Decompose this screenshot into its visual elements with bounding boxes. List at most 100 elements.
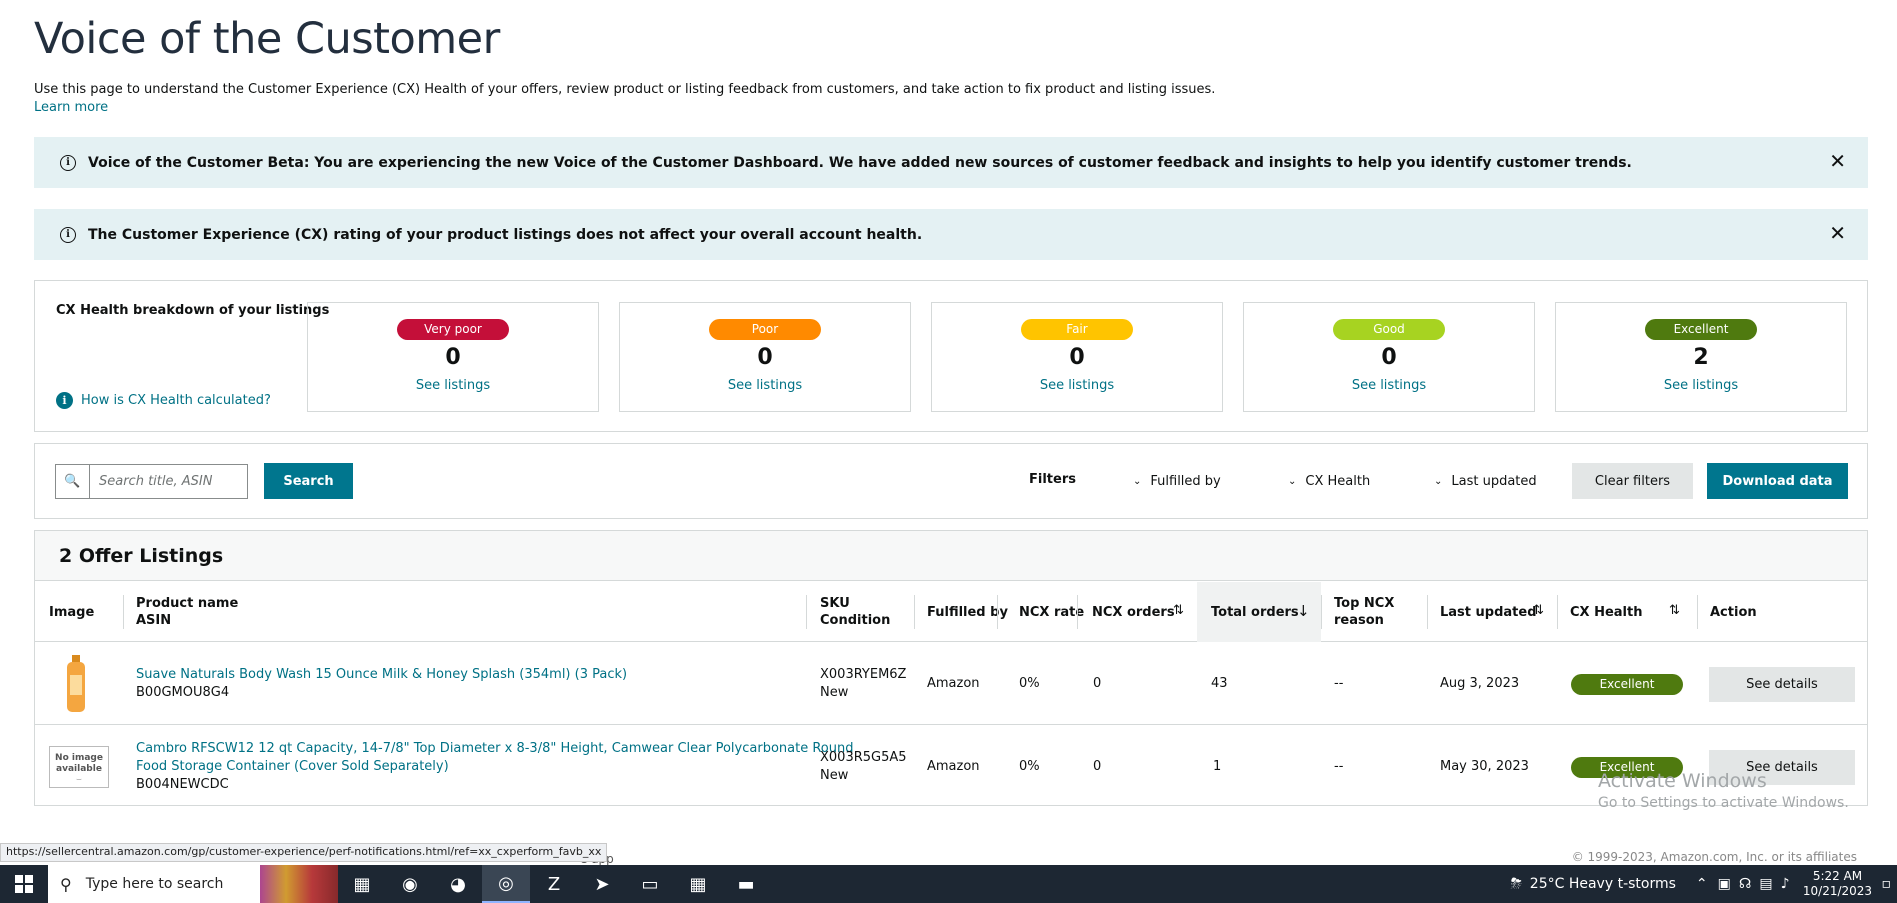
cx-health-dropdown[interactable]: ⌄ CX Health [1288,474,1370,489]
col-product-label: Product name [136,596,239,611]
col-asin-label: ASIN [136,613,172,628]
clock-time: 5:22 AM [1812,869,1863,883]
last-updated: May 30, 2023 [1440,759,1529,774]
search-placeholder: Search title, ASIN [99,474,213,489]
col-condition-label: Condition [820,613,891,628]
cx-health-help-link[interactable]: i How is CX Health calculated? [56,392,271,409]
zalo-app-icon[interactable]: Z [530,865,578,903]
chrome-browser-icon[interactable]: ◎ [482,865,530,903]
chat-app-icon[interactable]: ◉ [386,865,434,903]
col-ncx-orders-label: NCX orders [1092,604,1175,620]
alert-message: The Customer Experience (CX) rating of y… [88,226,923,243]
col-ncx-orders[interactable]: NCX orders [1092,582,1175,642]
cx-card-excellent: Excellent 2 See listings [1555,302,1847,412]
listing-count: 0 [445,345,461,370]
condition: New [820,768,849,783]
col-action: Action [1710,582,1757,642]
column-divider [997,595,998,629]
product-image[interactable] [64,655,88,713]
column-divider [123,595,124,629]
col-ncx-rate-label: NCX rate [1019,604,1085,620]
sort-icon[interactable]: ⇅ [1173,603,1184,618]
fulfilled-by-dropdown[interactable]: ⌄ Fulfilled by [1133,474,1221,489]
notepad-app-icon[interactable]: ▭ [626,865,674,903]
see-listings-link[interactable]: See listings [620,378,910,393]
asin: B00GMOU8G4 [136,685,230,700]
top-ncx-reason: -- [1334,676,1344,691]
column-divider [1427,595,1428,629]
no-image-text: No image [55,753,103,763]
clock[interactable]: 5:22 AM 10/21/2023 [1794,869,1882,899]
last-updated-dropdown[interactable]: ⌄ Last updated [1434,474,1537,489]
clock-date: 10/21/2023 [1802,884,1873,898]
windows-start-button[interactable] [0,865,48,903]
col-action-label: Action [1710,604,1757,620]
fulfilled-by: Amazon [927,676,980,691]
see-listings-link[interactable]: See listings [1556,378,1846,393]
dropdown-label: Last updated [1451,474,1537,489]
listing-count: 2 [1693,345,1709,370]
sort-icon[interactable]: ⇅ [1533,603,1544,618]
listing-count: 0 [1069,345,1085,370]
col-last-updated[interactable]: Last updated [1440,582,1537,642]
search-input[interactable]: 🔍 Search title, ASIN [55,464,248,499]
status-badge: Very poor [397,319,509,340]
no-image-placeholder: No image available ⌣ [49,746,109,788]
browser-status-url: https://sellercentral.amazon.com/gp/cust… [0,843,608,862]
listing-count: 0 [757,345,773,370]
sort-descending-icon[interactable]: ↓ [1297,602,1310,620]
cx-health-breakdown: CX Health breakdown of your listings i H… [34,280,1868,432]
see-details-button[interactable]: See details [1709,667,1855,702]
col-fulfilled-label: Fulfilled by [927,604,1008,620]
edge-browser-icon[interactable]: ◕ [434,865,482,903]
col-top-ncx-reason: Top NCX reason [1334,582,1394,642]
taskbar-search-input[interactable]: ⚲ Type here to search [48,865,260,903]
taskbar-search-placeholder: Type here to search [85,876,224,892]
status-badge: Good [1333,319,1445,340]
col-image: Image [49,582,94,642]
close-icon[interactable]: ✕ [1829,151,1846,171]
column-divider [1321,595,1322,629]
file-explorer-icon[interactable]: ▬ [722,865,770,903]
microphone-icon[interactable]: ☊ [1739,876,1751,892]
listing-count: 0 [1381,345,1397,370]
col-image-label: Image [49,604,95,620]
cx-health-help-label: How is CX Health calculated? [81,393,271,408]
search-highlight-image [260,865,338,903]
col-cx-health[interactable]: CX Health [1570,582,1642,642]
network-icon[interactable]: ▤ [1759,876,1772,892]
cx-card-good: Good 0 See listings [1243,302,1535,412]
no-image-text: available [56,764,102,774]
sort-icon[interactable]: ⇅ [1669,603,1680,618]
system-tray: ⛈ 25°C Heavy t-storms ⌃ ▣ ☊ ▤ ♪ 5:22 AM … [1511,865,1897,903]
search-button[interactable]: Search [264,463,353,499]
chevron-up-icon[interactable]: ⌃ [1696,876,1708,892]
see-listings-link[interactable]: See listings [932,378,1222,393]
calculator-icon[interactable]: ▦ [674,865,722,903]
weather-text[interactable]: 25°C Heavy t-storms [1530,876,1676,892]
task-view-icon[interactable]: ▦ [338,865,386,903]
learn-more-link[interactable]: Learn more [34,100,108,115]
clear-filters-button[interactable]: Clear filters [1572,463,1693,499]
status-badge: Poor [709,319,821,340]
telegram-icon[interactable]: ➤ [578,865,626,903]
product-name-link[interactable]: Cambro RFSCW12 12 qt Capacity, 14-7/8" T… [136,740,853,776]
col-sku-label: SKU [820,596,850,611]
table-row: No image available ⌣ Cambro RFSCW12 12 q… [35,726,1867,808]
listings-title: 2 Offer Listings [35,531,1867,581]
total-orders: 1 [1213,759,1222,774]
download-data-button[interactable]: Download data [1707,463,1848,499]
see-listings-link[interactable]: See listings [1244,378,1534,393]
camera-icon[interactable]: ▣ [1718,876,1731,892]
product-name-link[interactable]: Suave Naturals Body Wash 15 Ounce Milk &… [136,666,627,684]
ncx-rate: 0% [1019,759,1040,774]
notification-icon[interactable]: ▫ [1882,876,1892,892]
activate-windows-watermark: Activate Windows [1598,770,1767,792]
status-badge: Excellent [1645,319,1757,340]
see-listings-link[interactable]: See listings [308,378,598,393]
total-orders: 43 [1211,676,1228,691]
beta-alert: i Voice of the Customer Beta: You are ex… [34,137,1868,188]
close-icon[interactable]: ✕ [1829,223,1846,243]
volume-icon[interactable]: ♪ [1781,876,1790,892]
asin: B004NEWCDC [136,777,229,792]
